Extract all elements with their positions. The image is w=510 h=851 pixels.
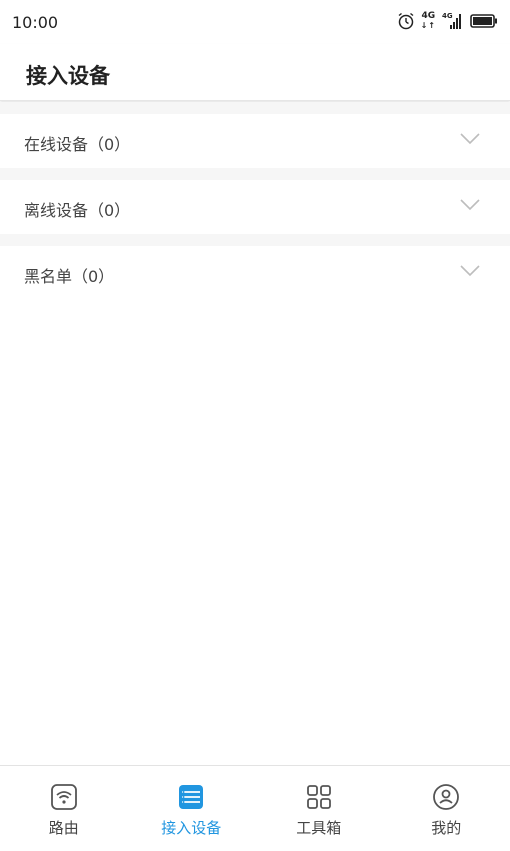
nav-tab-router[interactable]: 路由 [0,766,128,851]
section-divider [0,234,510,246]
bottom-nav: 路由 接入设备 工具箱 我的 [0,765,510,851]
status-time: 10:00 [12,13,58,32]
chevron-down-icon [460,199,480,211]
section-offline-devices[interactable]: 离线设备（0） [0,180,510,234]
section-blacklist[interactable]: 黑名单（0） [0,246,510,300]
router-wifi-icon [50,783,78,811]
status-bar: 10:00 4G ↓↑ 4G [0,0,510,44]
network-label: 4G [421,12,436,21]
nav-label: 我的 [383,817,510,838]
section-divider [0,168,510,180]
status-icons: 4G ↓↑ 4G [397,12,498,30]
device-list-icon [177,783,205,811]
network-arrows: ↓↑ [421,21,436,30]
network-4g-icon: 4G ↓↑ [421,12,436,30]
page-title: 接入设备 [26,60,110,90]
battery-icon [470,13,498,29]
signal-icon: 4G [442,12,464,30]
section-label: 在线设备（0） [24,131,130,155]
device-sections: 在线设备（0） 离线设备（0） 黑名单（0） [0,102,510,764]
chevron-down-icon [460,265,480,277]
section-online-devices[interactable]: 在线设备（0） [0,114,510,168]
signal-label: 4G [442,12,453,20]
section-label: 黑名单（0） [24,263,114,287]
nav-tab-toolbox[interactable]: 工具箱 [255,766,383,851]
nav-label: 工具箱 [255,817,383,838]
nav-label: 路由 [0,817,128,838]
nav-tab-profile[interactable]: 我的 [383,766,510,851]
nav-tab-devices[interactable]: 接入设备 [128,766,256,851]
section-label: 离线设备（0） [24,197,130,221]
alarm-icon [397,12,415,30]
app-header: 接入设备 [0,44,510,101]
toolbox-grid-icon [305,783,333,811]
section-divider [0,102,510,114]
user-profile-icon [432,783,460,811]
chevron-down-icon [460,133,480,145]
nav-label: 接入设备 [128,817,256,838]
